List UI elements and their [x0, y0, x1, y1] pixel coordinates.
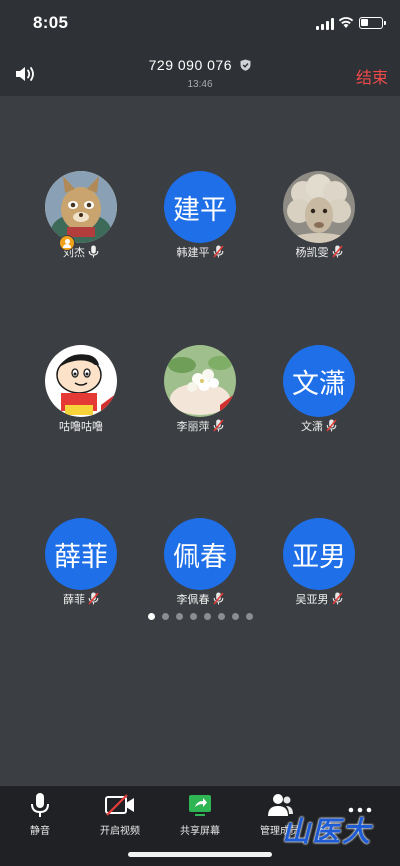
cartoon-fox-icon	[45, 171, 117, 243]
video-off-icon	[105, 794, 134, 816]
meeting-id-text: 729 090 076	[148, 57, 232, 73]
participant-name: 李佩春	[176, 594, 210, 606]
avatar: 薛菲	[45, 518, 117, 590]
participant-name: 文潇	[301, 421, 323, 433]
avatar	[45, 345, 117, 417]
participant-name: 杨凯雯	[295, 247, 329, 259]
home-indicator[interactable]	[128, 852, 272, 857]
page-indicator[interactable]	[0, 607, 400, 620]
participant-tile[interactable]: 薛菲 薛菲	[31, 518, 131, 608]
mic-muted-icon	[88, 592, 99, 605]
sheep-icon	[283, 171, 355, 243]
mic-muted-icon	[326, 419, 337, 432]
page-dot[interactable]	[189, 613, 197, 620]
wifi-icon	[338, 17, 354, 28]
cartoon-boy-icon	[45, 345, 117, 417]
meeting-header: 729 090 076 13:46 结束	[0, 44, 400, 96]
participant-tile[interactable]: 文潇 文潇	[269, 345, 369, 435]
participant-name-row: 刘杰	[31, 245, 131, 261]
mic-muted-icon	[212, 592, 224, 605]
page-dot[interactable]	[245, 613, 253, 620]
page-dot[interactable]	[175, 613, 183, 620]
participant-tile[interactable]: 刘杰	[31, 171, 131, 261]
participant-tile[interactable]: 咕噜咕噜	[31, 345, 131, 435]
participant-name-row: 李佩春	[150, 592, 250, 608]
page-dot-active[interactable]	[147, 613, 155, 620]
flowers-icon	[164, 345, 236, 417]
share-screen-button[interactable]: 共享屏幕	[165, 792, 235, 837]
participant-name: 李丽萍	[176, 421, 210, 433]
mic-on-icon	[88, 245, 99, 258]
status-time: 8:05	[33, 13, 69, 32]
signal-icon	[316, 18, 334, 30]
avatar	[164, 345, 236, 417]
page-dot[interactable]	[231, 613, 239, 620]
participant-name-row: 杨凯雯	[269, 245, 369, 261]
avatar: 建平	[164, 171, 236, 243]
mic-muted-icon	[331, 592, 343, 605]
start-video-label: 开启视频	[100, 826, 140, 837]
battery-icon	[359, 17, 386, 29]
mic-muted-icon	[212, 419, 224, 432]
start-video-button[interactable]: 开启视频	[85, 792, 155, 837]
participant-name-row: 韩建平	[150, 245, 250, 261]
page-dot[interactable]	[203, 613, 211, 620]
avatar: 文潇	[283, 345, 355, 417]
page-dot[interactable]	[217, 613, 225, 620]
mute-button[interactable]: 静音	[5, 792, 75, 837]
microphone-icon	[31, 793, 49, 817]
page-dot[interactable]	[161, 613, 169, 620]
meeting-id[interactable]: 729 090 076	[0, 57, 400, 73]
participant-tile[interactable]: 亚男 吴亚男	[269, 518, 369, 608]
share-screen-icon	[189, 795, 211, 816]
participant-name: 韩建平	[176, 247, 210, 259]
participant-tile[interactable]: 杨凯雯	[269, 171, 369, 261]
mute-label: 静音	[30, 826, 50, 837]
end-meeting-button[interactable]: 结束	[356, 64, 388, 88]
participant-name-row: 吴亚男	[269, 592, 369, 608]
share-screen-label: 共享屏幕	[180, 826, 220, 837]
participant-grid: 刘杰 建平 韩建平 杨凯雯 咕噜咕噜 李丽萍 文潇 文潇 薛菲 薛菲 佩春 李佩…	[0, 96, 400, 786]
participant-tile[interactable]: 建平 韩建平	[150, 171, 250, 261]
watermark-logo: 山医大	[282, 815, 373, 848]
participant-name: 吴亚男	[295, 594, 329, 606]
participant-name-row: 咕噜咕噜	[31, 419, 131, 435]
avatar: 亚男	[283, 518, 355, 590]
participant-name-row: 文潇	[269, 419, 369, 435]
host-badge-icon	[59, 235, 75, 251]
participant-name: 薛菲	[63, 594, 85, 606]
participant-name: 咕噜咕噜	[59, 421, 103, 433]
participant-tile[interactable]: 佩春 李佩春	[150, 518, 250, 608]
meeting-timer: 13:46	[187, 79, 213, 90]
status-bar: 8:05	[0, 0, 400, 44]
avatar	[283, 171, 355, 243]
mic-muted-icon	[331, 245, 343, 258]
participant-name-row: 薛菲	[31, 592, 131, 608]
avatar: 佩春	[164, 518, 236, 590]
mic-muted-icon	[212, 245, 224, 258]
avatar	[45, 171, 117, 243]
shield-icon	[240, 59, 251, 71]
participant-name-row: 李丽萍	[150, 419, 250, 435]
participant-tile[interactable]: 李丽萍	[150, 345, 250, 435]
